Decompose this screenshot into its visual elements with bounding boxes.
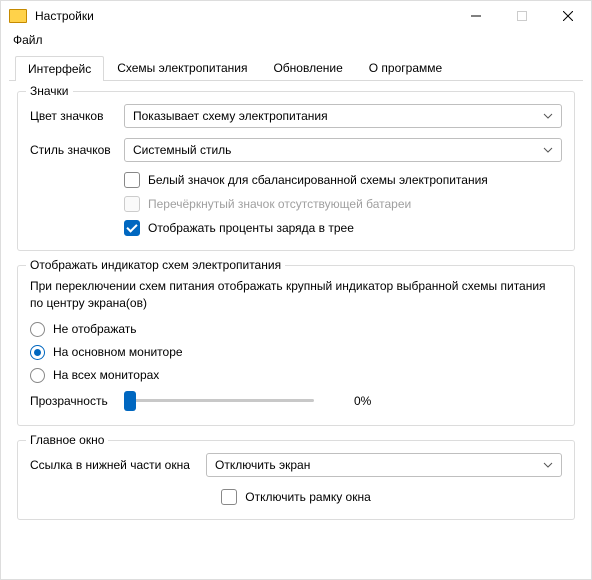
tab-about[interactable]: О программе	[356, 55, 455, 80]
opacity-value: 0%	[354, 394, 371, 408]
group-indicator: Отображать индикатор схем электропитания…	[17, 265, 575, 426]
window-title: Настройки	[35, 9, 453, 23]
opacity-slider[interactable]	[124, 391, 314, 411]
radio-indicator-all-label: На всех мониторах	[53, 368, 159, 382]
menu-file[interactable]: Файл	[9, 31, 47, 49]
minimize-button[interactable]	[453, 1, 499, 31]
tab-power-plans[interactable]: Схемы электропитания	[104, 55, 260, 80]
group-icons-legend: Значки	[26, 84, 73, 98]
icon-style-value: Системный стиль	[133, 143, 231, 157]
chevron-down-icon	[543, 111, 553, 121]
opacity-label: Прозрачность	[30, 394, 124, 408]
bottom-link-select[interactable]: Отключить экран	[206, 453, 562, 477]
tab-interface[interactable]: Интерфейс	[15, 56, 104, 81]
bottom-link-label: Ссылка в нижней части окна	[30, 458, 206, 472]
checkbox-striked-battery	[124, 196, 140, 212]
group-main-window-legend: Главное окно	[26, 433, 108, 447]
checkbox-disable-frame[interactable]	[221, 489, 237, 505]
group-icons: Значки Цвет значков Показывает схему эле…	[17, 91, 575, 251]
tab-update[interactable]: Обновление	[260, 55, 355, 80]
icon-style-select[interactable]: Системный стиль	[124, 138, 562, 162]
checkbox-white-icon-label: Белый значок для сбалансированной схемы …	[148, 173, 488, 187]
checkbox-disable-frame-label: Отключить рамку окна	[245, 490, 371, 504]
group-indicator-legend: Отображать индикатор схем электропитания	[26, 258, 285, 272]
group-main-window: Главное окно Ссылка в нижней части окна …	[17, 440, 575, 520]
radio-indicator-all[interactable]	[30, 368, 45, 383]
icon-color-label: Цвет значков	[30, 109, 124, 123]
indicator-description: При переключении схем питания отображать…	[30, 278, 562, 312]
close-button[interactable]	[545, 1, 591, 31]
tab-strip: Интерфейс Схемы электропитания Обновлени…	[9, 55, 583, 81]
checkbox-show-percent[interactable]	[124, 220, 140, 236]
radio-indicator-primary-label: На основном мониторе	[53, 345, 183, 359]
radio-indicator-none[interactable]	[30, 322, 45, 337]
app-icon	[9, 9, 27, 23]
icon-style-label: Стиль значков	[30, 143, 124, 157]
checkbox-show-percent-label: Отображать проценты заряда в трее	[148, 221, 354, 235]
radio-indicator-none-label: Не отображать	[53, 322, 137, 336]
checkbox-striked-battery-label: Перечёркнутый значок отсутствующей батар…	[148, 197, 411, 211]
bottom-link-value: Отключить экран	[215, 458, 310, 472]
chevron-down-icon	[543, 460, 553, 470]
icon-color-select[interactable]: Показывает схему электропитания	[124, 104, 562, 128]
maximize-button	[499, 1, 545, 31]
radio-indicator-primary[interactable]	[30, 345, 45, 360]
opacity-slider-thumb[interactable]	[124, 391, 136, 411]
chevron-down-icon	[543, 145, 553, 155]
icon-color-value: Показывает схему электропитания	[133, 109, 328, 123]
checkbox-white-icon[interactable]	[124, 172, 140, 188]
